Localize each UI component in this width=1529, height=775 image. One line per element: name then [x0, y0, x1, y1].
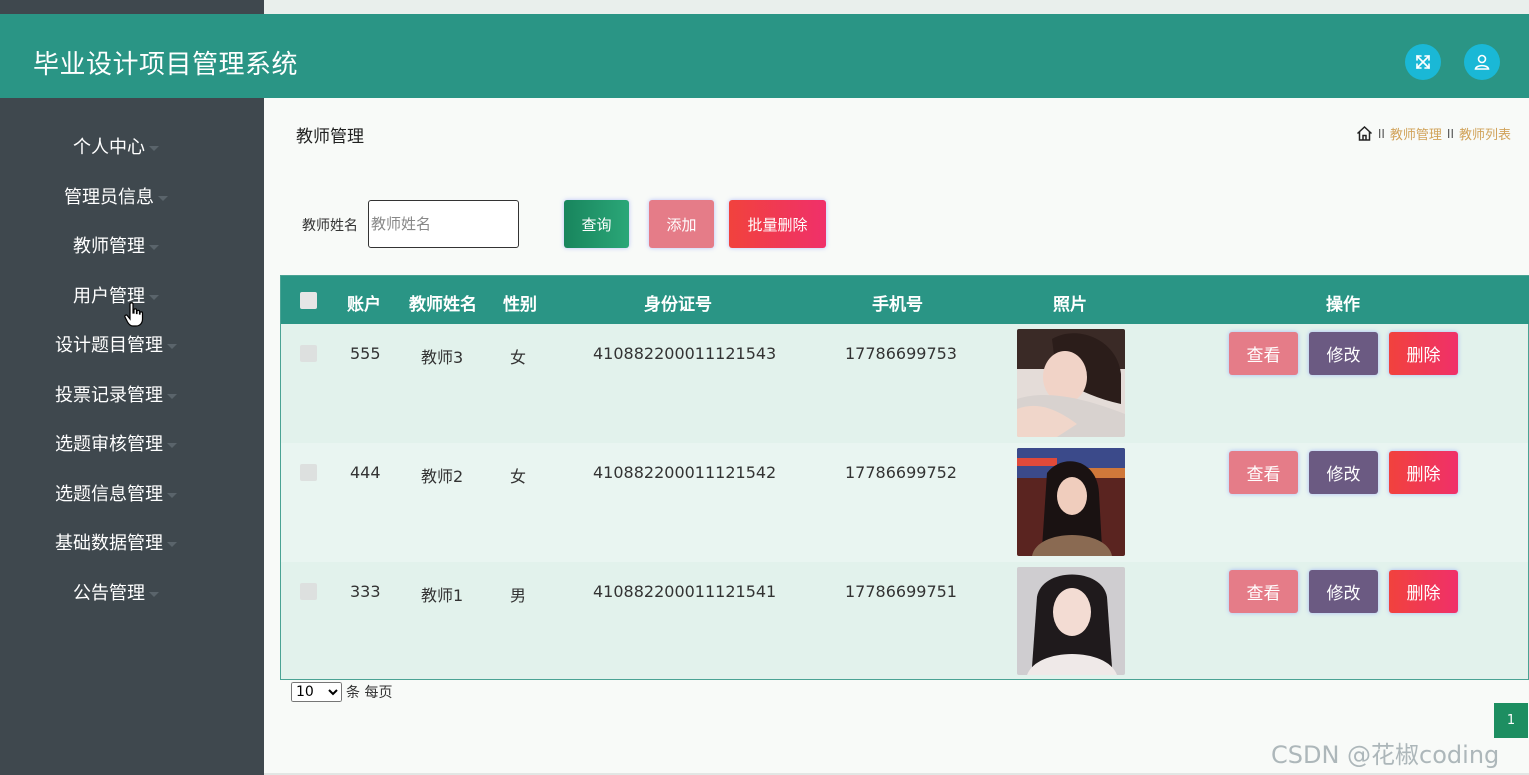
header-account: 账户 [347, 295, 381, 315]
sidebar-item-notice-management[interactable]: 公告管理 [0, 579, 232, 605]
main-content: 教师管理 II 教师管理 II 教师列表 教师姓名 查询 添加 批量删除 账户 … [264, 98, 1529, 773]
sidebar-item-label: 管理员信息 [64, 187, 154, 208]
view-button[interactable]: 查看 [1229, 451, 1298, 494]
view-button[interactable]: 查看 [1229, 332, 1298, 375]
breadcrumb-teacher-management[interactable]: 教师管理 [1390, 124, 1442, 143]
table-row: 444 教师2 女 410882200011121542 17786699752… [281, 443, 1528, 562]
sidebar-item-label: 基础数据管理 [55, 533, 163, 554]
user-button[interactable] [1464, 44, 1500, 80]
fullscreen-icon [1416, 55, 1430, 69]
sidebar-item-design-topic-management[interactable]: 设计题目管理 [0, 331, 232, 357]
row-checkbox[interactable] [300, 345, 317, 362]
sidebar-item-label: 个人中心 [73, 137, 145, 158]
batch-delete-button[interactable]: 批量删除 [729, 200, 826, 248]
caret-down-icon [149, 294, 159, 300]
table-row: 555 教师3 女 410882200011121543 17786699753… [281, 324, 1528, 443]
header-actions: 操作 [1326, 295, 1360, 315]
watermark: CSDN @花椒coding [1271, 741, 1500, 769]
top-strip [0, 0, 1529, 14]
teacher-photo [1017, 448, 1125, 556]
cell-account: 333 [350, 582, 381, 601]
teacher-name-search-input[interactable] [368, 200, 519, 248]
table-row: 333 教师1 男 410882200011121541 17786699751… [281, 562, 1528, 681]
app-header: 毕业设计项目管理系统 [0, 14, 1529, 98]
header-id-number: 身份证号 [644, 295, 712, 315]
header-phone: 手机号 [872, 295, 923, 315]
page-number-button[interactable]: 1 [1494, 703, 1528, 738]
delete-button[interactable]: 删除 [1389, 570, 1458, 613]
header-gender: 性别 [503, 295, 537, 315]
delete-button[interactable]: 删除 [1389, 332, 1458, 375]
teacher-table: 账户 教师姓名 性别 身份证号 手机号 照片 操作 555 教师3 女 4108… [280, 275, 1529, 680]
sidebar-item-label: 教师管理 [73, 236, 145, 257]
edit-button[interactable]: 修改 [1309, 451, 1378, 494]
caret-down-icon [149, 244, 159, 250]
breadcrumb: II 教师管理 II 教师列表 [1356, 124, 1511, 143]
caret-down-icon [167, 393, 177, 399]
caret-down-icon [149, 591, 159, 597]
sidebar-item-label: 选题信息管理 [55, 484, 163, 505]
caret-down-icon [149, 145, 159, 151]
select-all-checkbox[interactable] [300, 292, 317, 309]
edit-button[interactable]: 修改 [1309, 570, 1378, 613]
cell-phone: 17786699753 [845, 344, 957, 363]
search-label: 教师姓名 [302, 218, 358, 234]
cell-account: 444 [350, 463, 381, 482]
sidebar-item-teacher-management[interactable]: 教师管理 [0, 232, 232, 258]
caret-down-icon [167, 343, 177, 349]
caret-down-icon [167, 442, 177, 448]
sidebar-item-personal-center[interactable]: 个人中心 [0, 133, 232, 159]
breadcrumb-separator: II [1446, 126, 1454, 141]
header-teacher-name: 教师姓名 [409, 295, 477, 315]
sidebar-item-label: 选题审核管理 [55, 434, 163, 455]
sidebar-item-base-data-management[interactable]: 基础数据管理 [0, 529, 232, 555]
row-checkbox[interactable] [300, 583, 317, 600]
sidebar-item-topic-info-management[interactable]: 选题信息管理 [0, 480, 232, 506]
row-checkbox[interactable] [300, 464, 317, 481]
header-photo: 照片 [1053, 295, 1087, 315]
caret-down-icon [167, 492, 177, 498]
sidebar-item-admin-info[interactable]: 管理员信息 [0, 183, 232, 209]
cell-phone: 17786699751 [845, 582, 957, 601]
edit-button[interactable]: 修改 [1309, 332, 1378, 375]
caret-down-icon [167, 541, 177, 547]
sidebar-item-label: 投票记录管理 [55, 385, 163, 406]
teacher-photo [1017, 567, 1125, 675]
cell-gender: 男 [510, 586, 527, 605]
fullscreen-button[interactable] [1405, 44, 1441, 80]
page-size-suffix: 条 每页 [346, 685, 393, 701]
app-title: 毕业设计项目管理系统 [33, 50, 299, 80]
cell-id-number: 410882200011121543 [593, 344, 777, 363]
add-button[interactable]: 添加 [649, 200, 714, 248]
sidebar-item-topic-review-management[interactable]: 选题审核管理 [0, 430, 232, 456]
caret-down-icon [158, 195, 168, 201]
cell-account: 555 [350, 344, 381, 363]
cell-teacher-name: 教师1 [421, 586, 464, 605]
page-title: 教师管理 [296, 127, 364, 147]
sidebar-item-vote-record-management[interactable]: 投票记录管理 [0, 381, 232, 407]
user-icon [1474, 54, 1490, 70]
cell-phone: 17786699752 [845, 463, 957, 482]
sidebar-item-label: 设计题目管理 [55, 335, 163, 356]
cell-teacher-name: 教师3 [421, 348, 464, 367]
sidebar: 个人中心 管理员信息 教师管理 用户管理 设计题目管理 投票记录管理 选题审核管… [0, 98, 264, 775]
sidebar-item-user-management[interactable]: 用户管理 [0, 282, 232, 308]
delete-button[interactable]: 删除 [1389, 451, 1458, 494]
cell-teacher-name: 教师2 [421, 467, 464, 486]
page-size-select[interactable]: 10 [291, 682, 342, 702]
cell-id-number: 410882200011121542 [593, 463, 777, 482]
cell-gender: 女 [510, 467, 527, 486]
teacher-photo [1017, 329, 1125, 437]
breadcrumb-teacher-list[interactable]: 教师列表 [1459, 124, 1511, 143]
view-button[interactable]: 查看 [1229, 570, 1298, 613]
hand-cursor-icon [124, 302, 144, 327]
breadcrumb-separator: II [1377, 126, 1385, 141]
home-icon[interactable] [1356, 125, 1373, 142]
pagination-size: 10 条 每页 [291, 682, 392, 702]
cell-gender: 女 [510, 348, 527, 367]
sidebar-item-label: 公告管理 [73, 583, 145, 604]
cell-id-number: 410882200011121541 [593, 582, 777, 601]
query-button[interactable]: 查询 [564, 200, 629, 248]
table-header: 账户 教师姓名 性别 身份证号 手机号 照片 操作 [281, 276, 1529, 324]
